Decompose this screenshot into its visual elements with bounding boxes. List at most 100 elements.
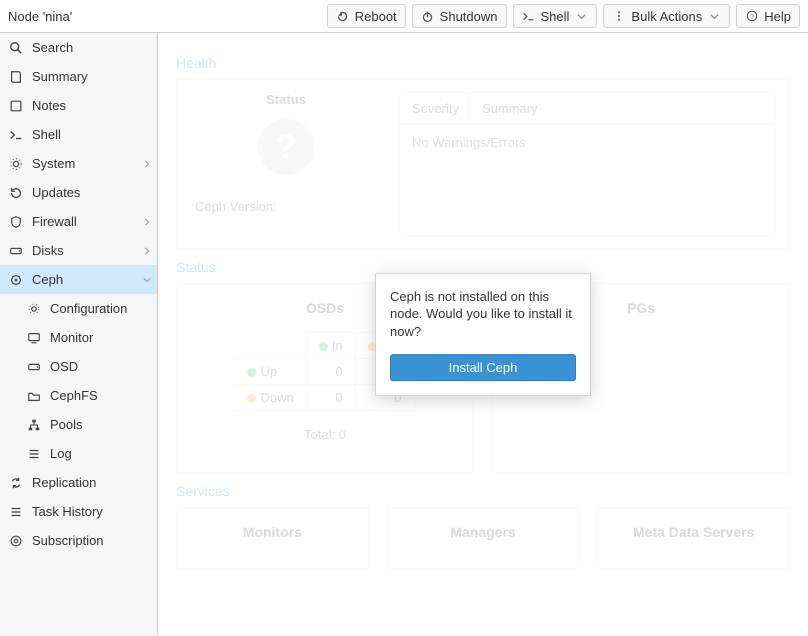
- sidebar-label: System: [32, 156, 75, 171]
- folder-icon: [26, 389, 42, 403]
- col-summary: Summary: [470, 93, 774, 124]
- sidebar-label: Disks: [32, 243, 64, 258]
- chevron-down-icon: [574, 9, 588, 23]
- monitor-icon: [26, 331, 42, 345]
- sidebar-label: Replication: [32, 475, 96, 490]
- terminal-icon: [522, 9, 536, 23]
- managers-panel: Managers: [387, 507, 580, 569]
- managers-title: Managers: [402, 524, 565, 540]
- sidebar-label: OSD: [50, 359, 78, 374]
- power-icon: [421, 9, 435, 23]
- reboot-label: Reboot: [355, 9, 397, 24]
- sidebar-label: Monitor: [50, 330, 93, 345]
- gears-icon: [8, 157, 24, 171]
- sidebar-label: Notes: [32, 98, 66, 113]
- sidebar-label: Summary: [32, 69, 88, 84]
- chevron-down-icon: [707, 9, 721, 23]
- osds-total: Total: 0: [191, 427, 459, 442]
- notes-icon: [8, 99, 24, 113]
- chevron-right-icon: [143, 160, 151, 168]
- sidebar-label: Firewall: [32, 214, 77, 229]
- sidebar-label: Subscription: [32, 533, 104, 548]
- sidebar-label: Ceph: [32, 272, 63, 287]
- gear-icon: [26, 302, 42, 316]
- help-button[interactable]: ? Help: [736, 4, 800, 28]
- help-label: Help: [764, 9, 791, 24]
- status-unknown-icon: ?: [258, 119, 314, 175]
- sync-icon: [8, 476, 24, 490]
- sidebar-item-monitor[interactable]: Monitor: [0, 323, 157, 352]
- sidebar-label: Pools: [50, 417, 83, 432]
- list-icon: [8, 505, 24, 519]
- dot-green-icon: [247, 368, 256, 377]
- sidebar-item-shell[interactable]: Shell: [0, 120, 157, 149]
- sidebar-item-osd[interactable]: OSD: [0, 352, 157, 381]
- chevron-right-icon: [143, 218, 151, 226]
- refresh-icon: [8, 186, 24, 200]
- sidebar-item-task-history[interactable]: Task History: [0, 497, 157, 526]
- svg-text:?: ?: [750, 14, 754, 21]
- install-ceph-button[interactable]: Install Ceph: [390, 354, 576, 381]
- sidebar-label: Log: [50, 446, 72, 461]
- monitors-panel: Monitors: [176, 507, 369, 569]
- health-messages-empty: No Warnings/Errors: [400, 125, 774, 235]
- shell-label: Shell: [541, 9, 570, 24]
- col-severity: Severity: [400, 93, 470, 124]
- health-section-title: Health: [176, 55, 790, 71]
- sidebar-label: Search: [32, 40, 73, 55]
- cell-down-in: 0: [306, 385, 355, 411]
- reboot-button[interactable]: Reboot: [327, 4, 406, 28]
- ceph-version-label: Ceph Version:: [191, 199, 381, 214]
- sidebar-item-notes[interactable]: Notes: [0, 91, 157, 120]
- sidebar: Search Summary Notes Shell System Update…: [0, 33, 158, 636]
- sidebar-item-disks[interactable]: Disks: [0, 236, 157, 265]
- sidebar-label: Configuration: [50, 301, 127, 316]
- sidebar-item-ceph[interactable]: Ceph: [0, 265, 157, 294]
- terminal-icon: [8, 128, 24, 142]
- list-icon: [26, 447, 42, 461]
- shutdown-button[interactable]: Shutdown: [412, 4, 507, 28]
- sidebar-item-cephfs[interactable]: CephFS: [0, 381, 157, 410]
- shell-dropdown[interactable]: Shell: [513, 4, 598, 28]
- sidebar-label: CephFS: [50, 388, 98, 403]
- chevron-right-icon: [143, 247, 151, 255]
- sidebar-label: Task History: [32, 504, 103, 519]
- search-icon: [8, 41, 24, 55]
- sidebar-item-search[interactable]: Search: [0, 33, 157, 62]
- shutdown-label: Shutdown: [440, 9, 498, 24]
- row-up: Up: [260, 364, 277, 379]
- sidebar-label: Shell: [32, 127, 61, 142]
- menu-dots-icon: [612, 9, 626, 23]
- bulk-label: Bulk Actions: [631, 9, 702, 24]
- sidebar-item-configuration[interactable]: Configuration: [0, 294, 157, 323]
- bulk-actions-dropdown[interactable]: Bulk Actions: [603, 4, 730, 28]
- sidebar-item-updates[interactable]: Updates: [0, 178, 157, 207]
- reboot-icon: [336, 9, 350, 23]
- sidebar-item-pools[interactable]: Pools: [0, 410, 157, 439]
- disk-icon: [26, 360, 42, 374]
- topbar: Node 'nina' Reboot Shutdown Shell Bulk A…: [0, 0, 808, 33]
- mds-title: Meta Data Servers: [612, 524, 775, 540]
- ceph-icon: [8, 273, 24, 287]
- dot-green-icon: [319, 342, 328, 351]
- shield-icon: [8, 215, 24, 229]
- monitors-title: Monitors: [191, 524, 354, 540]
- sidebar-item-firewall[interactable]: Firewall: [0, 207, 157, 236]
- sidebar-item-subscription[interactable]: Subscription: [0, 526, 157, 555]
- install-ceph-dialog: Ceph is not installed on this node. Woul…: [375, 273, 591, 397]
- sidebar-item-log[interactable]: Log: [0, 439, 157, 468]
- help-icon: ?: [745, 9, 759, 23]
- status-label: Status: [191, 92, 381, 107]
- sidebar-item-summary[interactable]: Summary: [0, 62, 157, 91]
- sidebar-item-replication[interactable]: Replication: [0, 468, 157, 497]
- dialog-message: Ceph is not installed on this node. Woul…: [390, 288, 576, 341]
- row-down: Down: [260, 390, 293, 405]
- support-icon: [8, 534, 24, 548]
- sitemap-icon: [26, 418, 42, 432]
- cell-up-in: 0: [306, 359, 355, 385]
- node-title: Node 'nina': [8, 9, 321, 24]
- health-panel: Status ? Ceph Version: Severity Summary …: [176, 79, 790, 249]
- health-messages-table: Severity Summary No Warnings/Errors: [399, 92, 775, 236]
- sidebar-item-system[interactable]: System: [0, 149, 157, 178]
- chevron-down-icon: [143, 276, 151, 284]
